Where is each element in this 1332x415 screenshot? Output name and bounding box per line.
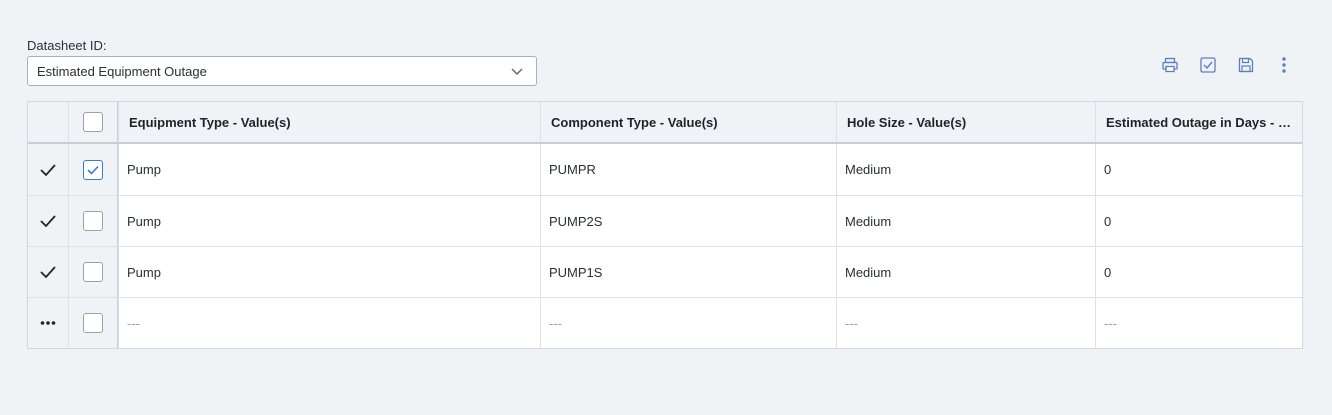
datasheet-select-value: Estimated Equipment Outage <box>37 63 207 79</box>
row-select-cell <box>68 298 118 348</box>
row-checkbox[interactable] <box>83 211 103 231</box>
chevron-down-icon <box>511 68 523 75</box>
checkmark-icon <box>40 215 56 228</box>
cell-hole-size[interactable]: Medium <box>836 196 1095 246</box>
cell-hole-size[interactable]: --- <box>836 298 1095 348</box>
cell-hole-size[interactable]: Medium <box>836 144 1095 195</box>
grid-header-row: Equipment Type - Value(s) Component Type… <box>28 102 1302 144</box>
column-header-equipment-type[interactable]: Equipment Type - Value(s) <box>118 102 540 142</box>
validate-icon <box>1200 57 1216 73</box>
datasheet-label: Datasheet ID: <box>27 38 107 53</box>
save-button[interactable] <box>1236 55 1256 75</box>
cell-hole-size[interactable]: Medium <box>836 247 1095 297</box>
cell-component-type[interactable]: PUMP2S <box>540 196 836 246</box>
table-row[interactable]: Pump PUMPR Medium 0 <box>28 144 1302 195</box>
cell-equipment-type[interactable]: Pump <box>118 247 540 297</box>
print-button[interactable] <box>1160 55 1180 75</box>
more-button[interactable] <box>1274 55 1294 75</box>
cell-equipment-type[interactable]: Pump <box>118 144 540 195</box>
cell-estimated-outage[interactable]: --- <box>1095 298 1302 348</box>
cell-component-type[interactable]: --- <box>540 298 836 348</box>
cell-estimated-outage[interactable]: 0 <box>1095 196 1302 246</box>
row-select-cell <box>68 196 118 246</box>
cell-equipment-type[interactable]: Pump <box>118 196 540 246</box>
header-state-cell <box>28 102 68 142</box>
validate-button[interactable] <box>1198 55 1218 75</box>
select-all-checkbox[interactable] <box>83 112 103 132</box>
checkmark-icon <box>40 266 56 279</box>
checkmark-icon <box>40 163 56 176</box>
column-header-estimated-outage[interactable]: Estimated Outage in Days - Va... <box>1095 102 1302 142</box>
column-header-component-type[interactable]: Component Type - Value(s) <box>540 102 836 142</box>
row-checkbox[interactable] <box>83 313 103 333</box>
cell-estimated-outage[interactable]: 0 <box>1095 247 1302 297</box>
row-state-cell <box>28 298 68 348</box>
row-checkbox[interactable] <box>83 262 103 282</box>
print-icon <box>1162 57 1178 73</box>
cell-component-type[interactable]: PUMP1S <box>540 247 836 297</box>
table-row-new[interactable]: --- --- --- --- <box>28 297 1302 348</box>
column-header-hole-size[interactable]: Hole Size - Value(s) <box>836 102 1095 142</box>
cell-estimated-outage[interactable]: 0 <box>1095 144 1302 195</box>
header-select-all-cell <box>68 102 118 142</box>
table-row[interactable]: Pump PUMP2S Medium 0 <box>28 195 1302 246</box>
row-state-cell <box>28 144 68 195</box>
row-select-cell <box>68 247 118 297</box>
datasheet-select[interactable]: Estimated Equipment Outage <box>27 56 537 86</box>
save-icon <box>1238 57 1254 73</box>
cell-component-type[interactable]: PUMPR <box>540 144 836 195</box>
toolbar <box>1160 55 1294 75</box>
data-grid: Equipment Type - Value(s) Component Type… <box>27 101 1303 349</box>
row-state-cell <box>28 247 68 297</box>
checkbox-check-icon <box>87 165 99 175</box>
cell-equipment-type[interactable]: --- <box>118 298 540 348</box>
row-select-cell <box>68 144 118 195</box>
row-checkbox[interactable] <box>83 159 103 180</box>
row-state-cell <box>28 196 68 246</box>
more-icon <box>1282 57 1286 73</box>
ellipsis-icon <box>40 321 56 325</box>
table-row[interactable]: Pump PUMP1S Medium 0 <box>28 246 1302 297</box>
